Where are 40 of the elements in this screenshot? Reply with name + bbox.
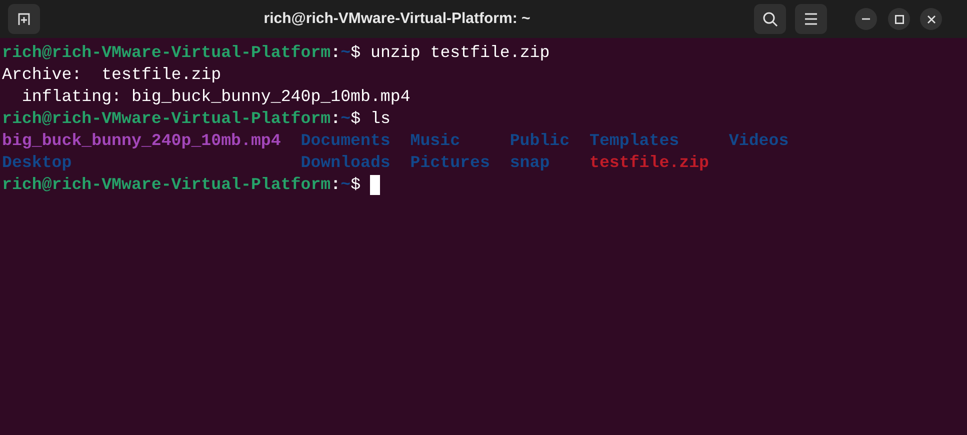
search-button[interactable]: [754, 4, 786, 34]
new-tab-icon: [16, 11, 32, 27]
file-name: Music: [410, 130, 460, 152]
file-name: Downloads: [300, 152, 390, 174]
maximize-icon: [894, 14, 904, 24]
close-button[interactable]: [920, 8, 942, 30]
search-icon: [762, 11, 778, 27]
minimize-icon: [862, 18, 870, 20]
menu-button[interactable]: [795, 4, 827, 34]
prompt-user-host: rich@rich-VMware-Virtual-Platform: [2, 42, 331, 64]
prompt-path: ~: [340, 42, 351, 64]
prompt-path: ~: [340, 174, 351, 196]
file-name: big_buck_bunny_240p_10mb.mp4: [2, 130, 281, 152]
file-name: Videos: [728, 130, 789, 152]
prompt-user-host: rich@rich-VMware-Virtual-Platform: [2, 174, 331, 196]
maximize-button[interactable]: [888, 8, 910, 30]
close-icon: [926, 14, 936, 24]
prompt-user-host: rich@rich-VMware-Virtual-Platform: [2, 108, 331, 130]
prompt-path: ~: [340, 108, 351, 130]
window-title: rich@rich-VMware-Virtual-Platform: ~: [264, 8, 530, 29]
file-name: Templates: [590, 130, 680, 152]
prompt-separator: :: [330, 108, 341, 130]
file-name: testfile.zip: [590, 152, 709, 174]
file-name: Desktop: [2, 152, 72, 174]
command-text: ls: [370, 108, 390, 130]
prompt-symbol: $: [350, 174, 361, 196]
prompt-symbol: $: [350, 42, 361, 64]
output-text: inflating: big_buck_bunny_240p_10mb.mp4: [20, 86, 410, 108]
new-tab-button[interactable]: [8, 4, 40, 34]
menu-icon: [804, 13, 818, 25]
output-text: Archive: testfile.zip: [2, 64, 222, 86]
prompt-symbol: $: [350, 108, 361, 130]
command-text: unzip testfile.zip: [370, 42, 550, 64]
minimize-button[interactable]: [855, 8, 877, 30]
prompt-separator: :: [330, 42, 341, 64]
file-name: Public: [510, 130, 570, 152]
prompt-separator: :: [330, 174, 341, 196]
file-name: snap: [510, 152, 550, 174]
file-name: Pictures: [410, 152, 490, 174]
file-name: Documents: [300, 130, 390, 152]
